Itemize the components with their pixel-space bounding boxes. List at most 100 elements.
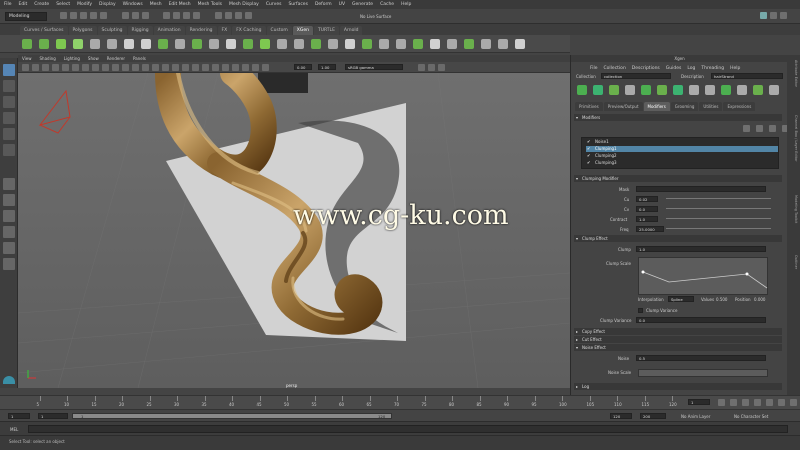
panel-toolbar-icon[interactable] [242,64,249,71]
shelf-tool-icon[interactable] [498,39,508,49]
panel-menu-renderer[interactable]: Renderer [107,56,125,61]
panel-toolbar-icon[interactable] [132,64,139,71]
panel-toolbar-icon[interactable] [152,64,159,71]
editor-tool-icon[interactable] [769,85,779,95]
shelf-tool-icon[interactable] [175,39,185,49]
shelf-tool-icon[interactable] [226,39,236,49]
editor-tool-icon[interactable] [673,85,683,95]
undo-icon[interactable] [90,12,97,19]
menu-item-file[interactable]: File [4,2,12,7]
panel-toolbar-icon[interactable] [142,64,149,71]
shelf-tab-animation[interactable]: Animation [153,26,185,35]
anim-layer-dropdown[interactable]: No Anim Layer [681,414,710,419]
menu-item-generate[interactable]: Generate [352,2,373,7]
log-section-header[interactable]: Log [574,383,782,390]
attribute-editor-tab[interactable]: Attribute Editor [789,60,798,87]
character-set-dropdown[interactable]: No Character Set [734,414,768,419]
collection-dropdown[interactable]: collection [601,73,671,79]
editor-tool-icon[interactable] [721,85,731,95]
snap-grid-icon[interactable] [163,12,171,19]
cut-effect-section-header[interactable]: Cut Effect [574,336,782,343]
cv-field[interactable]: 0.0 [636,206,658,212]
editor-tab-utilities[interactable]: Utilities [699,102,723,111]
render-icon[interactable] [224,12,232,19]
shelf-tool-icon[interactable] [39,39,49,49]
panel-toolbar-icon[interactable] [82,64,89,71]
panel-menu-show[interactable]: Show [88,56,99,61]
add-modifier-icon[interactable] [743,125,750,132]
editor-menu-file[interactable]: File [590,66,598,71]
shelf-tool-icon[interactable] [311,39,321,49]
clump-field[interactable]: 1.0 [636,246,766,252]
channel-box-tab[interactable]: Channel Box / Layer Editor [789,115,798,162]
shelf-tool-icon[interactable] [277,39,287,49]
panel-toolbar-icon[interactable] [42,64,49,71]
scale-tool-icon[interactable] [3,144,15,156]
position-value[interactable]: 0.000 [754,297,765,302]
attribute-editor-toggle-icon[interactable] [770,12,777,19]
editor-tool-icon[interactable] [753,85,763,95]
contract-field[interactable]: 1.0 [636,216,658,222]
move-tool-icon[interactable] [3,112,15,124]
clump-scale-curve[interactable] [638,257,768,295]
play-forward-icon[interactable] [766,399,773,406]
step-back-icon[interactable] [742,399,749,406]
shelf-tab-fx[interactable]: FX [217,26,232,35]
menu-item-mesh[interactable]: Mesh [150,2,162,7]
select-tool-icon[interactable] [3,64,15,76]
shelf-tool-icon[interactable] [464,39,474,49]
mask-field[interactable] [636,186,766,192]
menu-item-mesh-tools[interactable]: Mesh Tools [198,2,222,7]
cv-slider[interactable] [666,208,771,209]
editor-tool-icon[interactable] [593,85,603,95]
redo-icon[interactable] [100,12,107,19]
menu-set-dropdown[interactable]: Modeling [5,12,47,21]
panel-menu-lighting[interactable]: Lighting [64,56,80,61]
panel-toolbar-icon[interactable] [22,64,29,71]
cu-field[interactable]: 0.02 [636,196,658,202]
panel-toolbar-icon[interactable] [262,64,269,71]
save-scene-icon[interactable] [80,12,87,19]
shelf-tab-custom[interactable]: Custom [266,26,292,35]
editor-tab-expressions[interactable]: Expressions [723,102,756,111]
editor-menu-collection[interactable]: Collection [604,66,626,71]
time-slider[interactable]: 5 10 15 20 25 30 35 40 45 50 55 60 65 70 75 80 85 90 95 100… [0,395,800,409]
layout-stack-icon[interactable] [3,258,15,270]
noise-field[interactable]: 0.5 [636,355,766,361]
snap-curve-icon[interactable] [173,12,181,19]
exposure-field[interactable]: 0.00 [294,64,312,70]
shelf-tool-icon[interactable] [107,39,117,49]
panel-toolbar-icon[interactable] [232,64,239,71]
layout-graph-icon[interactable] [3,242,15,254]
menu-item-display[interactable]: Display [99,2,116,7]
panel-toolbar-icon[interactable] [92,64,99,71]
menu-item-create[interactable]: Create [34,2,49,7]
menu-item-windows[interactable]: Windows [123,2,143,7]
editor-menu-descriptions[interactable]: Descriptions [632,66,660,71]
editor-menu-threading[interactable]: Threading [701,66,724,71]
panel-toolbar-icon[interactable] [428,64,435,71]
interpolation-dropdown[interactable]: Spline [668,296,694,302]
move-up-icon[interactable] [756,125,763,132]
panel-toolbar-icon[interactable] [212,64,219,71]
shelf-tool-icon[interactable] [158,39,168,49]
panel-toolbar-icon[interactable] [62,64,69,71]
editor-tab-primitives[interactable]: Primitives [575,102,603,111]
editor-tool-icon[interactable] [657,85,667,95]
menu-item-help[interactable]: Help [401,2,411,7]
step-forward-icon[interactable] [778,399,785,406]
editor-tool-icon[interactable] [609,85,619,95]
editor-tab-modifiers[interactable]: Modifiers [643,102,670,111]
menu-item-cache[interactable]: Cache [380,2,394,7]
modeling-toolkit-tab[interactable]: Modeling Toolkit [789,195,798,223]
modifier-item[interactable]: Clumping3 [586,160,778,166]
snap-point-icon[interactable] [183,12,191,19]
clump-variance-checkbox[interactable] [638,308,643,313]
values-value[interactable]: 0.500 [716,297,727,302]
gamma-field[interactable]: 1.00 [318,64,336,70]
shelf-tool-icon[interactable] [56,39,66,49]
shelf-tool-icon[interactable] [260,39,270,49]
editor-tool-icon[interactable] [705,85,715,95]
editor-tool-icon[interactable] [641,85,651,95]
editor-tab-grooming[interactable]: Grooming [670,102,699,111]
